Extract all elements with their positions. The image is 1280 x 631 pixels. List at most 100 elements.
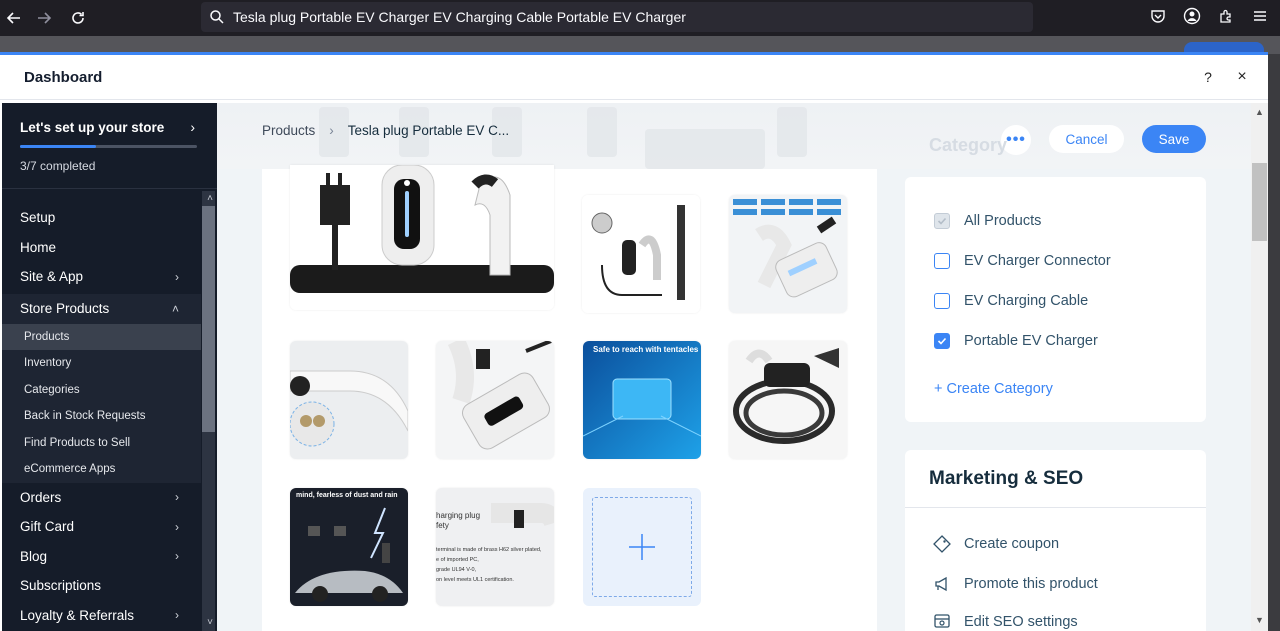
close-button[interactable]: × xyxy=(1232,67,1252,87)
sidebar-item-blog[interactable]: Blog › xyxy=(2,542,201,572)
chevron-right-icon: › xyxy=(175,608,179,623)
sidebar-item-label: Subscriptions xyxy=(20,578,102,594)
sidebar-item-label: Site & App xyxy=(20,269,84,285)
dashboard-modal: Dashboard ? × Let's set up your store › … xyxy=(0,52,1268,631)
account-icon[interactable] xyxy=(1182,6,1202,26)
product-image-thumb[interactable] xyxy=(729,195,847,313)
setup-progress-text: 3/7 completed xyxy=(20,159,96,173)
back-arrow-icon[interactable] xyxy=(2,6,26,30)
product-image-thumb[interactable]: Safe to reach with tentacles xyxy=(583,341,701,459)
add-media-button[interactable] xyxy=(583,488,701,606)
sidebar-item-home[interactable]: Home xyxy=(2,233,201,263)
category-label: EV Charger Connector xyxy=(964,253,1111,269)
forward-arrow-icon[interactable] xyxy=(32,6,56,30)
megaphone-icon xyxy=(932,574,952,594)
seo-row-label: Edit SEO settings xyxy=(964,614,1078,630)
pocket-icon[interactable] xyxy=(1148,6,1168,26)
seo-row-label: Promote this product xyxy=(964,576,1098,592)
sidebar-item-label: Orders xyxy=(20,489,62,505)
edit-seo-settings-link[interactable]: Edit SEO settings xyxy=(932,612,1078,631)
product-image-thumb[interactable] xyxy=(290,341,408,459)
sidebar-item-orders[interactable]: Orders › xyxy=(2,483,201,513)
setup-card[interactable]: Let's set up your store › 3/7 completed xyxy=(2,103,217,189)
save-button[interactable]: Save xyxy=(1142,125,1206,153)
category-label: EV Charging Cable xyxy=(964,293,1089,309)
category-card: All Products EV Charger Connector EV Cha… xyxy=(905,177,1206,422)
sidebar-subitem-back-in-stock[interactable]: Back in Stock Requests xyxy=(2,403,201,430)
category-option-ev-charging-cable[interactable]: EV Charging Cable xyxy=(934,293,1088,309)
category-label: Portable EV Charger xyxy=(964,333,1098,349)
chevron-up-icon: ˄ xyxy=(171,301,179,316)
sidebar-group-store-products: Store Products ˄ Products Inventory Cate… xyxy=(2,293,201,483)
setup-progress-bar xyxy=(20,145,197,148)
sidebar-subitem-inventory[interactable]: Inventory xyxy=(2,350,201,377)
product-image-thumb[interactable]: mind, fearless of dust and rain xyxy=(290,488,408,606)
sidebar-subitem-categories[interactable]: Categories xyxy=(2,377,201,404)
browser-toolbar: Tesla plug Portable EV Charger EV Chargi… xyxy=(0,0,1280,36)
thumb-overlay-text: terminal is made of brass H62 silver pla… xyxy=(436,547,542,553)
main-scrollbar-thumb[interactable] xyxy=(1252,163,1267,241)
sidebar-subitem-find-products[interactable]: Find Products to Sell xyxy=(2,430,201,457)
sidebar-subitem-label: Back in Stock Requests xyxy=(24,410,146,423)
category-option-portable-ev-charger[interactable]: Portable EV Charger xyxy=(934,333,1098,349)
category-section-title: Category xyxy=(929,135,1008,155)
sidebar-nav: Setup Home Site & App › Store Products ˄… xyxy=(2,203,201,630)
thumb-overlay-text: mind, fearless of dust and rain xyxy=(296,492,398,499)
sidebar-item-store-products[interactable]: Store Products ˄ xyxy=(2,294,201,324)
help-button[interactable]: ? xyxy=(1198,67,1218,87)
checkbox[interactable] xyxy=(934,293,950,309)
sidebar-subitem-label: Find Products to Sell xyxy=(24,436,131,449)
scroll-up-icon[interactable]: ▲ xyxy=(1255,107,1264,117)
scroll-down-icon[interactable]: ▼ xyxy=(1255,615,1264,625)
checkmark-icon xyxy=(937,217,947,225)
product-image-thumb[interactable] xyxy=(729,341,847,459)
sidebar-scrollbar-thumb[interactable] xyxy=(202,206,215,432)
address-text: Tesla plug Portable EV Charger EV Chargi… xyxy=(233,9,686,25)
marketing-seo-title: Marketing & SEO xyxy=(905,450,1206,508)
product-image-thumb[interactable]: harging plug fety terminal is made of br… xyxy=(436,488,554,606)
sidebar-subitem-ecommerce-apps[interactable]: eCommerce Apps xyxy=(2,456,201,483)
promote-product-link[interactable]: Promote this product xyxy=(932,574,1098,594)
checkmark-icon xyxy=(937,337,947,345)
thumb-overlay-text: grade UL94 V-0, xyxy=(436,567,477,573)
product-image-thumb[interactable] xyxy=(582,195,700,313)
create-coupon-link[interactable]: Create coupon xyxy=(932,534,1059,554)
setup-title: Let's set up your store xyxy=(20,120,165,135)
create-category-link[interactable]: + Create Category xyxy=(934,381,1053,397)
sidebar-item-label: Blog xyxy=(20,548,48,564)
sidebar-item-site-app[interactable]: Site & App › xyxy=(2,262,201,292)
breadcrumb-products-link[interactable]: Products xyxy=(262,123,315,138)
sidebar-item-label: Gift Card xyxy=(20,519,75,535)
menu-icon[interactable] xyxy=(1250,6,1270,26)
sidebar-subitem-label: Products xyxy=(24,330,70,343)
modal-title: Dashboard xyxy=(24,68,103,86)
seo-row-label: Create coupon xyxy=(964,536,1060,552)
main-product-image[interactable] xyxy=(290,165,554,310)
extensions-icon[interactable] xyxy=(1216,6,1236,26)
product-editor: Products › Tesla plug Portable EV C... •… xyxy=(217,103,1251,631)
sidebar-item-setup[interactable]: Setup xyxy=(2,203,201,233)
sidebar-subitem-products[interactable]: Products xyxy=(2,323,201,350)
sidebar-item-subscriptions[interactable]: Subscriptions xyxy=(2,571,201,601)
checkbox[interactable] xyxy=(934,333,950,349)
cancel-button[interactable]: Cancel xyxy=(1049,125,1124,153)
sidebar-item-gift-card[interactable]: Gift Card › xyxy=(2,512,201,542)
checkbox[interactable] xyxy=(934,253,950,269)
category-label: All Products xyxy=(964,213,1042,229)
scroll-up-icon[interactable]: ˄ xyxy=(207,193,213,204)
marketing-seo-card: Marketing & SEO Create coupon Promote th… xyxy=(905,450,1206,631)
product-image-thumb[interactable] xyxy=(436,341,554,459)
plus-icon xyxy=(629,534,655,560)
thumb-overlay-text: on level meets UL1 certification. xyxy=(436,577,514,583)
scroll-down-icon[interactable]: ˅ xyxy=(207,617,213,628)
checkbox[interactable] xyxy=(934,213,950,229)
breadcrumb: Products › Tesla plug Portable EV C... xyxy=(262,123,509,138)
category-option-all-products[interactable]: All Products xyxy=(934,213,1041,229)
category-option-ev-charger-connector[interactable]: EV Charger Connector xyxy=(934,253,1111,269)
reload-icon[interactable] xyxy=(66,6,90,30)
thumb-overlay-text: e of imported PC, xyxy=(436,557,479,563)
search-icon xyxy=(209,9,225,30)
chevron-right-icon: › xyxy=(175,269,179,284)
sidebar-item-loyalty-referrals[interactable]: Loyalty & Referrals › xyxy=(2,601,201,631)
address-bar[interactable]: Tesla plug Portable EV Charger EV Chargi… xyxy=(201,2,1033,32)
